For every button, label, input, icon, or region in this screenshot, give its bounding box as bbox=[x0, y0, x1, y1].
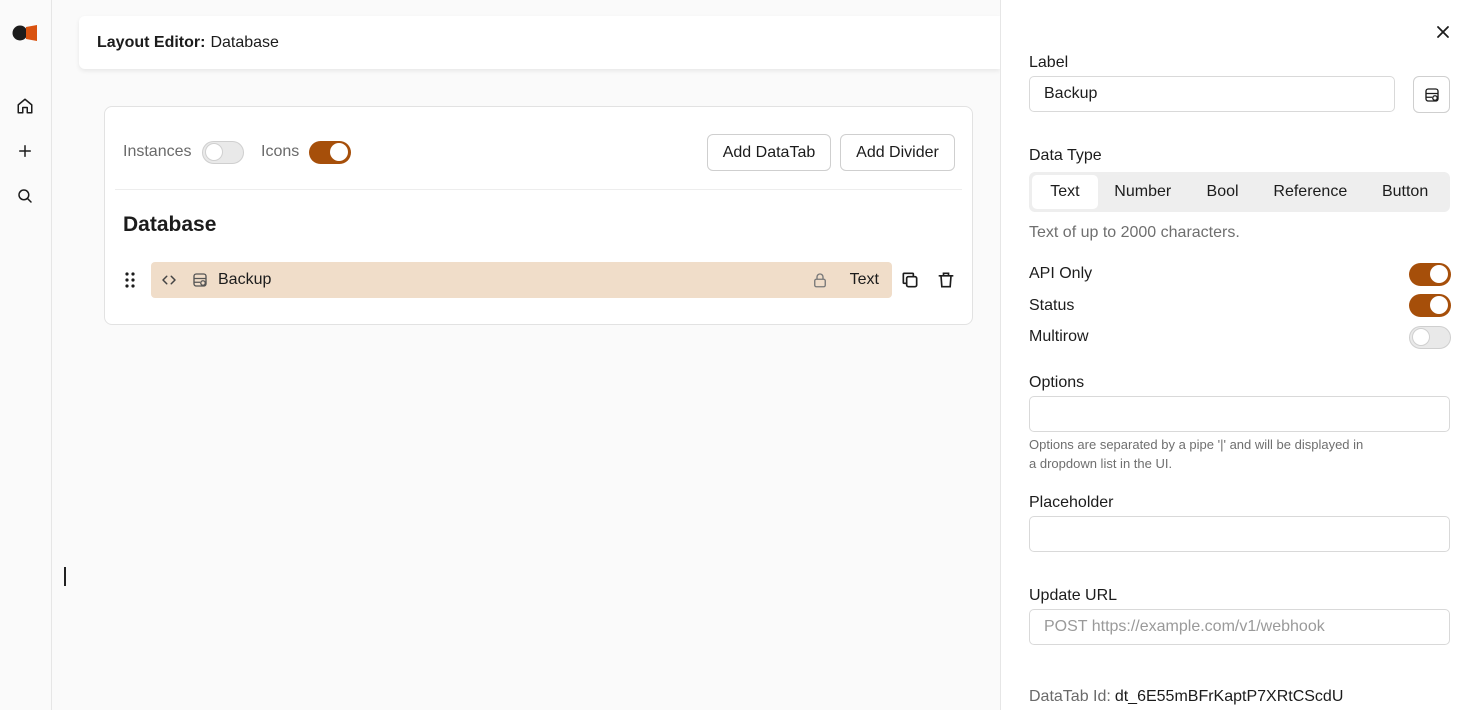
data-type-bool[interactable]: Bool bbox=[1188, 175, 1258, 209]
database-icon bbox=[1424, 87, 1439, 102]
status-label: Status bbox=[1029, 297, 1075, 314]
instances-toggle[interactable] bbox=[202, 141, 244, 164]
header-prefix: Layout Editor: bbox=[97, 33, 206, 51]
label-title: Label bbox=[1029, 54, 1069, 71]
api-only-label: API Only bbox=[1029, 265, 1093, 282]
datatab-settings-panel: Label Data Type Text Number Bool Referen… bbox=[1000, 0, 1472, 710]
plus-icon[interactable] bbox=[14, 140, 36, 162]
data-type-hint: Text of up to 2000 characters. bbox=[1029, 224, 1240, 241]
data-type-number[interactable]: Number bbox=[1098, 175, 1188, 209]
data-type-text[interactable]: Text bbox=[1032, 175, 1098, 209]
home-icon[interactable] bbox=[14, 95, 36, 117]
placeholder-input[interactable] bbox=[1029, 516, 1450, 552]
search-icon[interactable] bbox=[14, 185, 36, 207]
code-icon bbox=[162, 275, 176, 285]
row-label: Backup bbox=[218, 271, 272, 288]
add-datatab-button[interactable]: Add DataTab bbox=[707, 134, 831, 171]
datatab-id-value: dt_6E55mBFrKaptP7XRtCScdU bbox=[1114, 688, 1344, 705]
options-title: Options bbox=[1029, 374, 1085, 391]
datatab-id-label: DataTab Id: bbox=[1029, 688, 1111, 705]
row-type: Text bbox=[849, 271, 879, 288]
api-only-toggle[interactable] bbox=[1409, 263, 1451, 286]
editor-toolbar: Instances Icons Add DataTab Add Divider bbox=[105, 107, 972, 190]
add-divider-button[interactable]: Add Divider bbox=[840, 134, 955, 171]
label-input[interactable] bbox=[1029, 76, 1395, 112]
options-input[interactable] bbox=[1029, 396, 1450, 432]
datatab-row[interactable]: Backup Text bbox=[151, 262, 892, 298]
data-type-title: Data Type bbox=[1029, 147, 1102, 164]
multirow-toggle[interactable] bbox=[1409, 326, 1451, 349]
text-cursor bbox=[64, 567, 66, 586]
data-type-reference[interactable]: Reference bbox=[1257, 175, 1363, 209]
datatab-icon-button[interactable] bbox=[1413, 76, 1450, 113]
section-title: Database bbox=[123, 213, 217, 236]
placeholder-title: Placeholder bbox=[1029, 494, 1114, 511]
logo-icon[interactable] bbox=[12, 24, 38, 42]
left-rail bbox=[0, 0, 52, 710]
status-toggle[interactable] bbox=[1409, 294, 1451, 317]
options-hint-line-2: a dropdown list in the UI. bbox=[1029, 456, 1173, 471]
duplicate-icon[interactable] bbox=[900, 270, 920, 290]
layout-editor-card: Instances Icons Add DataTab Add Divider … bbox=[104, 106, 973, 325]
header-title: Database bbox=[210, 33, 279, 51]
update-url-input[interactable] bbox=[1029, 609, 1450, 645]
datatab-id: DataTab Id: dt_6E55mBFrKaptP7XRtCScdU bbox=[1029, 688, 1343, 706]
page-header: Layout Editor: Database bbox=[79, 16, 1000, 69]
database-icon bbox=[193, 273, 207, 287]
instances-label: Instances bbox=[123, 143, 192, 160]
trash-icon[interactable] bbox=[936, 270, 956, 290]
drag-handle-icon[interactable] bbox=[123, 270, 137, 290]
options-hint-line-1: Options are separated by a pipe '|' and … bbox=[1029, 437, 1364, 452]
data-type-button[interactable]: Button bbox=[1363, 175, 1447, 209]
data-type-selector: Text Number Bool Reference Button bbox=[1029, 172, 1450, 212]
icons-toggle[interactable] bbox=[309, 141, 351, 164]
close-icon[interactable] bbox=[1435, 24, 1451, 40]
lock-icon[interactable] bbox=[811, 271, 829, 289]
update-url-title: Update URL bbox=[1029, 587, 1118, 604]
toolbar-divider bbox=[115, 189, 962, 190]
icons-label: Icons bbox=[261, 143, 300, 160]
multirow-label: Multirow bbox=[1029, 328, 1089, 345]
